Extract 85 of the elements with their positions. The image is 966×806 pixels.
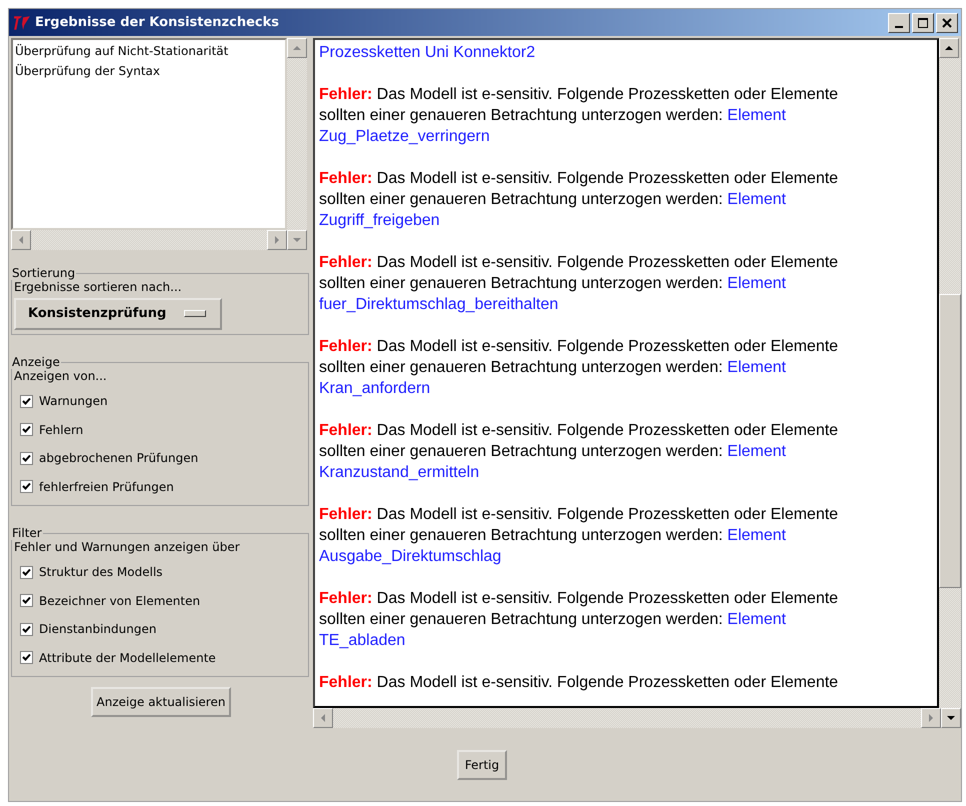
scrollbar-thumb[interactable] xyxy=(939,294,961,588)
element-link[interactable]: Zugriff_freigeben xyxy=(319,210,933,231)
scroll-left-button[interactable] xyxy=(11,230,31,250)
message-text: sollten einer genaueren Betrachtung unterzogen werden: xyxy=(319,443,723,460)
element-link[interactable]: TE_abladen xyxy=(319,630,933,651)
close-icon xyxy=(942,18,952,28)
severity-label: Fehler: xyxy=(319,590,372,607)
group-legend: Anzeige xyxy=(11,355,61,369)
message-text: sollten einer genaueren Betrachtung unterzogen werden: xyxy=(319,527,723,544)
sort-menu-button[interactable]: Konsistenzprüfung xyxy=(14,298,222,330)
window-title: Ergebnisse der Konsistenzchecks xyxy=(35,15,279,30)
check-list-item[interactable]: Überprüfung der Syntax xyxy=(15,61,283,81)
element-link[interactable]: Kran_anfordern xyxy=(319,378,933,399)
scroll-right-button[interactable] xyxy=(921,708,941,728)
severity-label: Fehler: xyxy=(319,86,372,103)
done-button[interactable]: Fertig xyxy=(456,750,508,780)
group-legend: Sortierung xyxy=(11,266,76,280)
checkbox-label[interactable]: Warnungen xyxy=(39,394,108,408)
checkbox-label[interactable]: abgebrochenen Prüfungen xyxy=(39,451,198,466)
group-caption: Fehler und Warnungen anzeigen über xyxy=(14,540,241,554)
element-link[interactable]: Kranzustand_ermitteln xyxy=(319,462,933,483)
checkbox-label[interactable]: Struktur des Modells xyxy=(39,565,163,580)
checkbox[interactable] xyxy=(20,651,33,664)
checkbox[interactable] xyxy=(20,394,33,408)
up-arrow-icon xyxy=(292,43,302,53)
element-link[interactable]: Element xyxy=(727,359,786,376)
close-button[interactable] xyxy=(936,12,958,32)
maximize-icon xyxy=(918,18,928,28)
element-link[interactable]: fuer_Direktumschlag_bereithalten xyxy=(319,294,933,315)
element-link[interactable]: Element xyxy=(727,275,786,292)
element-link[interactable]: Element xyxy=(727,107,786,124)
message-text: Das Modell ist e-sensitiv. Folgende Prozessketten oder Elemente xyxy=(376,86,838,103)
maximize-button[interactable] xyxy=(912,12,934,32)
scroll-left-button[interactable] xyxy=(313,708,333,728)
down-arrow-icon xyxy=(946,713,956,723)
scroll-right-button[interactable] xyxy=(267,230,287,250)
element-link[interactable]: Element xyxy=(727,527,786,544)
down-arrow-icon xyxy=(292,235,302,245)
message-text: Das Modell ist e-sensitiv. Folgende Prozessketten oder Elemente xyxy=(376,506,838,523)
message-text: sollten einer genaueren Betrachtung unterzogen werden: xyxy=(319,359,723,376)
minimize-button[interactable] xyxy=(888,12,910,32)
element-link[interactable]: Zug_Plaetze_verringern xyxy=(319,126,933,147)
checkbox-label[interactable]: Fehlern xyxy=(39,422,84,437)
severity-label: Fehler: xyxy=(319,338,372,355)
group-legend: Filter xyxy=(11,526,43,540)
message-text: Das Modell ist e-sensitiv. Folgende Prozessketten oder Elemente xyxy=(376,254,838,271)
severity-label: Fehler: xyxy=(319,674,372,691)
minimize-icon xyxy=(895,26,903,28)
check-list-item[interactable]: Überprüfung auf Nicht-Stationarität xyxy=(15,41,283,61)
checkbox[interactable] xyxy=(20,594,33,608)
checkbox-label[interactable]: Attribute der Modellelemente xyxy=(39,650,216,665)
message-text: sollten einer genaueren Betrachtung unterzogen werden: xyxy=(319,191,723,208)
severity-label: Fehler: xyxy=(319,506,372,523)
checkbox[interactable] xyxy=(20,452,33,465)
checkbox[interactable] xyxy=(20,566,33,579)
message-text: sollten einer genaueren Betrachtung unterzogen werden: xyxy=(319,275,723,292)
checkbox-label[interactable]: Dienstanbindungen xyxy=(39,622,156,636)
severity-label: Fehler: xyxy=(319,422,372,439)
message-text: Das Modell ist e-sensitiv. Folgende Prozessketten oder Elemente xyxy=(376,674,838,691)
message-text: Das Modell ist e-sensitiv. Folgende Prozessketten oder Elemente xyxy=(376,590,838,607)
right-arrow-icon xyxy=(926,713,936,723)
checkbox[interactable] xyxy=(20,622,33,636)
scroll-down-button[interactable] xyxy=(941,708,961,728)
message-text: sollten einer genaueren Betrachtung unterzogen werden: xyxy=(319,107,723,124)
message-text: sollten einer genaueren Betrachtung unterzogen werden: xyxy=(319,611,723,628)
checkbox[interactable] xyxy=(20,423,33,436)
element-link[interactable]: Element xyxy=(727,611,786,628)
model-link[interactable]: Prozessketten Uni Konnektor2 xyxy=(319,42,933,63)
severity-label: Fehler: xyxy=(319,170,372,187)
message-text: Das Modell ist e-sensitiv. Folgende Prozessketten oder Elemente xyxy=(376,422,838,439)
element-link[interactable]: Element xyxy=(727,191,786,208)
refresh-button[interactable]: Anzeige aktualisieren xyxy=(90,687,232,717)
element-link[interactable]: Element xyxy=(727,443,786,460)
checkbox[interactable] xyxy=(20,480,33,494)
scroll-up-button[interactable] xyxy=(939,38,959,58)
right-arrow-icon xyxy=(272,235,282,245)
severity-label: Fehler: xyxy=(319,254,372,271)
element-link[interactable]: Ausgabe_Direktumschlag xyxy=(319,546,933,567)
checkbox-label[interactable]: Bezeichner von Elementen xyxy=(39,594,200,608)
group-caption: Ergebnisse sortieren nach... xyxy=(14,280,183,294)
message-text: Das Modell ist e-sensitiv. Folgende Prozessketten oder Elemente xyxy=(376,170,838,187)
checkbox-label[interactable]: fehlerfreien Prüfungen xyxy=(39,480,174,494)
up-arrow-icon xyxy=(944,43,954,53)
message-text: Das Modell ist e-sensitiv. Folgende Prozessketten oder Elemente xyxy=(376,338,838,355)
group-caption: Anzeigen von... xyxy=(14,369,108,383)
